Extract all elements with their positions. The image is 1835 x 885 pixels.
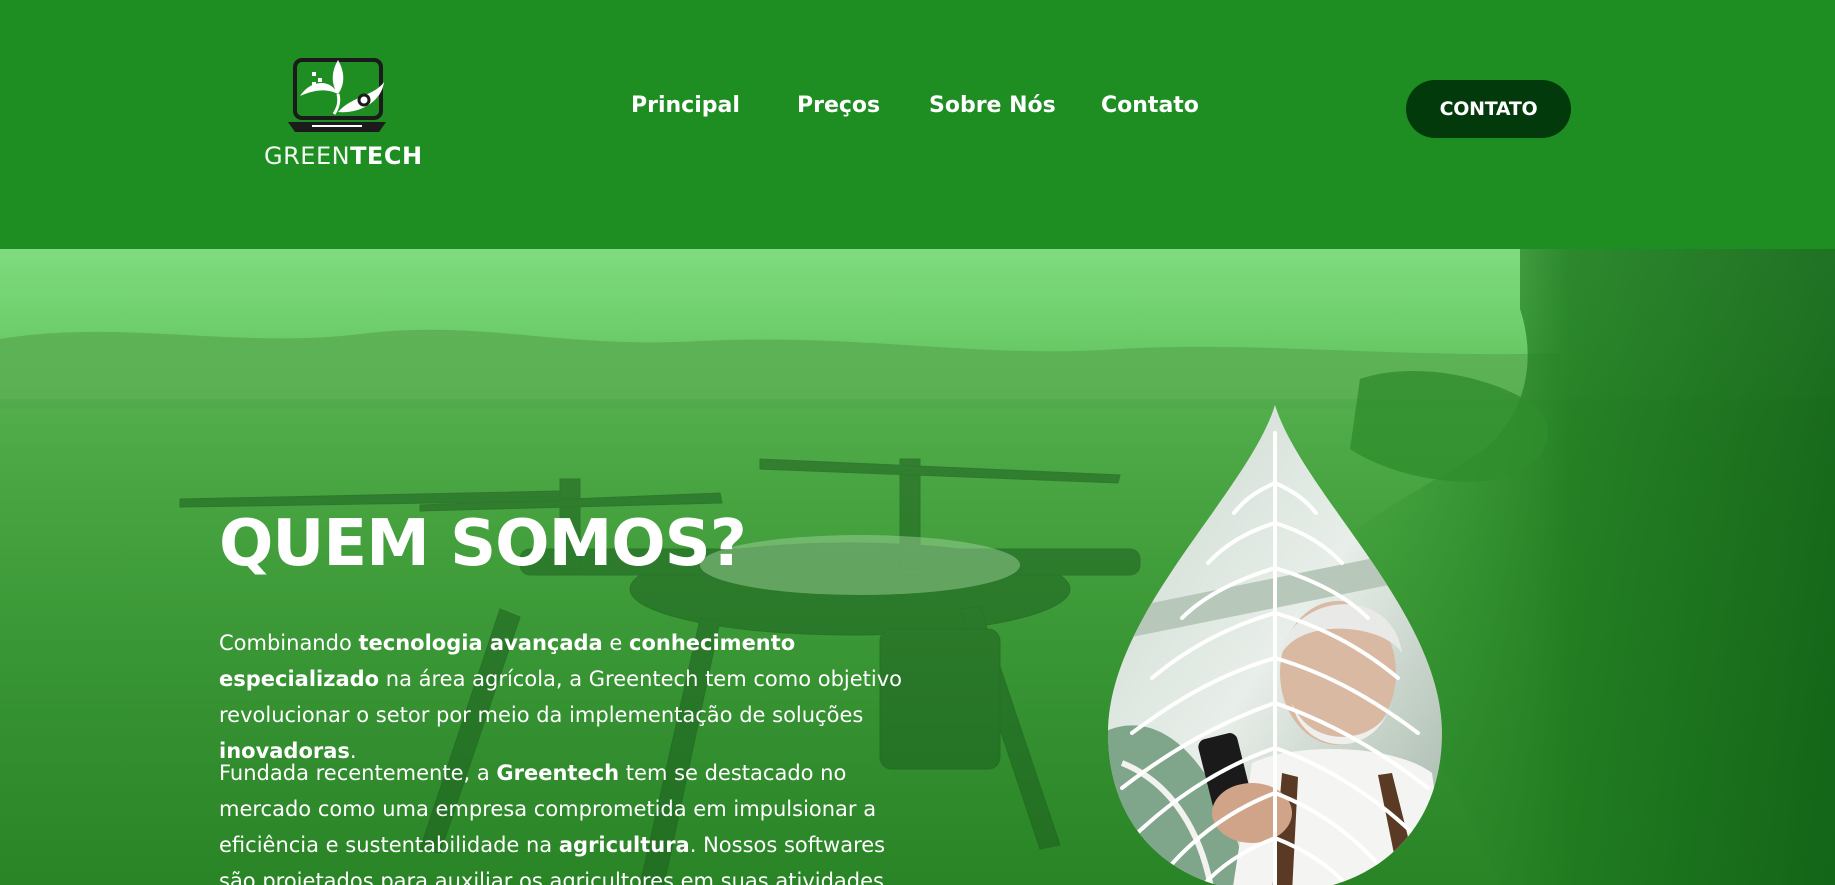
p2-bold: Greentech [496, 761, 620, 785]
leaf-drop-image [1108, 405, 1442, 885]
laptop-leaf-logo-icon [288, 58, 386, 132]
site-header: GREENTECH Principal Preços Sobre Nós Con… [0, 0, 1835, 249]
nav-item-principal[interactable]: Principal [631, 91, 740, 121]
about-hero: QUEM SOMOS? Combinando tecnologia avança… [0, 249, 1835, 885]
p1-text: Combinando [219, 631, 359, 655]
contact-button[interactable]: CONTATO [1406, 80, 1571, 138]
logo-wordmark: GREENTECH [264, 142, 422, 170]
p1-bold: tecnologia avançada [358, 631, 603, 655]
nav-item-contato[interactable]: Contato [1101, 91, 1199, 121]
hero-paragraph-1: Combinando tecnologia avançada e conheci… [219, 625, 919, 769]
p2-text: Fundada recentemente, a [219, 761, 497, 785]
logo-word-light: GREEN [264, 142, 351, 170]
hero-paragraph-2: Fundada recentemente, a Greentech tem se… [219, 755, 919, 885]
nav-item-precos[interactable]: Preços [797, 91, 880, 121]
p2-bold: agricultura [558, 833, 690, 857]
p1-text: e [602, 631, 630, 655]
logo-word-bold: TECH [350, 142, 423, 170]
greentech-logo[interactable]: GREENTECH [264, 52, 422, 170]
hero-title: QUEM SOMOS? [219, 507, 747, 581]
nav-item-sobre-nos[interactable]: Sobre Nós [929, 91, 1056, 121]
